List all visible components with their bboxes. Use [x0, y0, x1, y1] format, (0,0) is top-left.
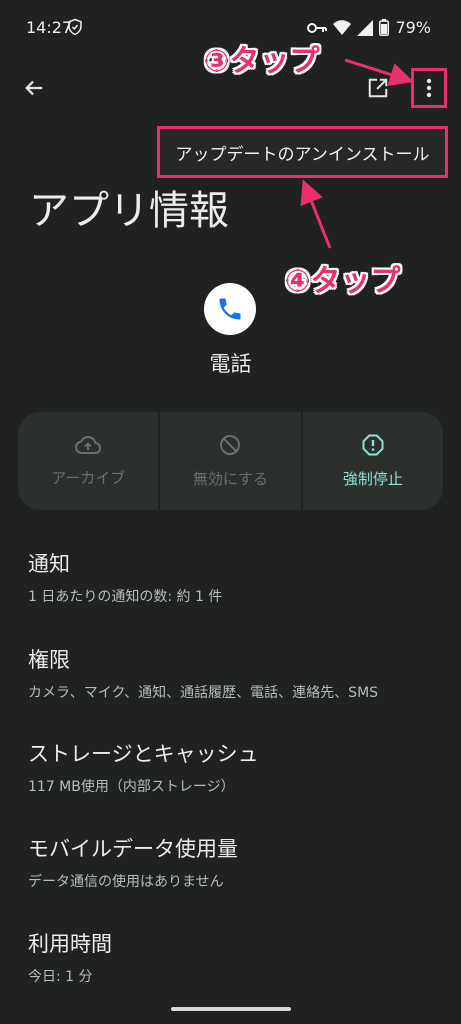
disable-button[interactable]: 無効にする [158, 412, 300, 510]
app-actions: アーカイブ 無効にする 強制停止 [18, 412, 443, 510]
archive-button[interactable]: アーカイブ [18, 412, 158, 510]
force-stop-button[interactable]: 強制停止 [300, 412, 443, 510]
mobile-data-item[interactable]: モバイルデータ使用量 データ通信の使用はありません [28, 833, 238, 891]
archive-label: アーカイブ [51, 468, 126, 487]
screen-time-subtitle: 今日: 1 分 [28, 969, 93, 985]
permissions-title: 権限 [28, 648, 70, 672]
app-icon [204, 283, 256, 335]
gesture-handle[interactable] [171, 1007, 291, 1011]
annotation-step3: ③タップ [204, 44, 320, 79]
permissions-item[interactable]: 権限 カメラ、マイク、通知、通話履歴、電話、連絡先、SMS [28, 644, 378, 702]
storage-subtitle: 117 MB使用（内部ストレージ） [28, 779, 235, 795]
annotation-arrow-step3 [344, 58, 414, 86]
notifications-title: 通知 [28, 552, 70, 576]
app-name: 電話 [209, 352, 252, 376]
annotation-arrow-step4 [300, 179, 332, 249]
disable-label: 無効にする [192, 469, 269, 488]
mobile-data-title: モバイルデータ使用量 [28, 837, 238, 861]
screen-time-item[interactable]: 利用時間 今日: 1 分 [28, 928, 112, 986]
cloud-upload-icon [75, 435, 102, 454]
page-title: アプリ情報 [29, 188, 229, 234]
notifications-subtitle: 1 日あたりの通知の数: 約 1 件 [28, 589, 223, 605]
block-icon [220, 434, 241, 455]
force-stop-label: 強制停止 [342, 469, 403, 488]
permissions-subtitle: カメラ、マイク、通知、通話履歴、電話、連絡先、SMS [28, 685, 379, 701]
storage-title: ストレージとキャッシュ [28, 742, 259, 766]
screen-time-title: 利用時間 [28, 932, 112, 956]
storage-item[interactable]: ストレージとキャッシュ 117 MB使用（内部ストレージ） [28, 738, 259, 796]
notifications-item[interactable]: 通知 1 日あたりの通知の数: 約 1 件 [28, 548, 222, 606]
mobile-data-subtitle: データ通信の使用はありません [28, 874, 224, 890]
alert-octagon-icon [362, 434, 384, 455]
annotation-step4: ④タップ [285, 264, 401, 299]
phone-icon [219, 298, 241, 320]
